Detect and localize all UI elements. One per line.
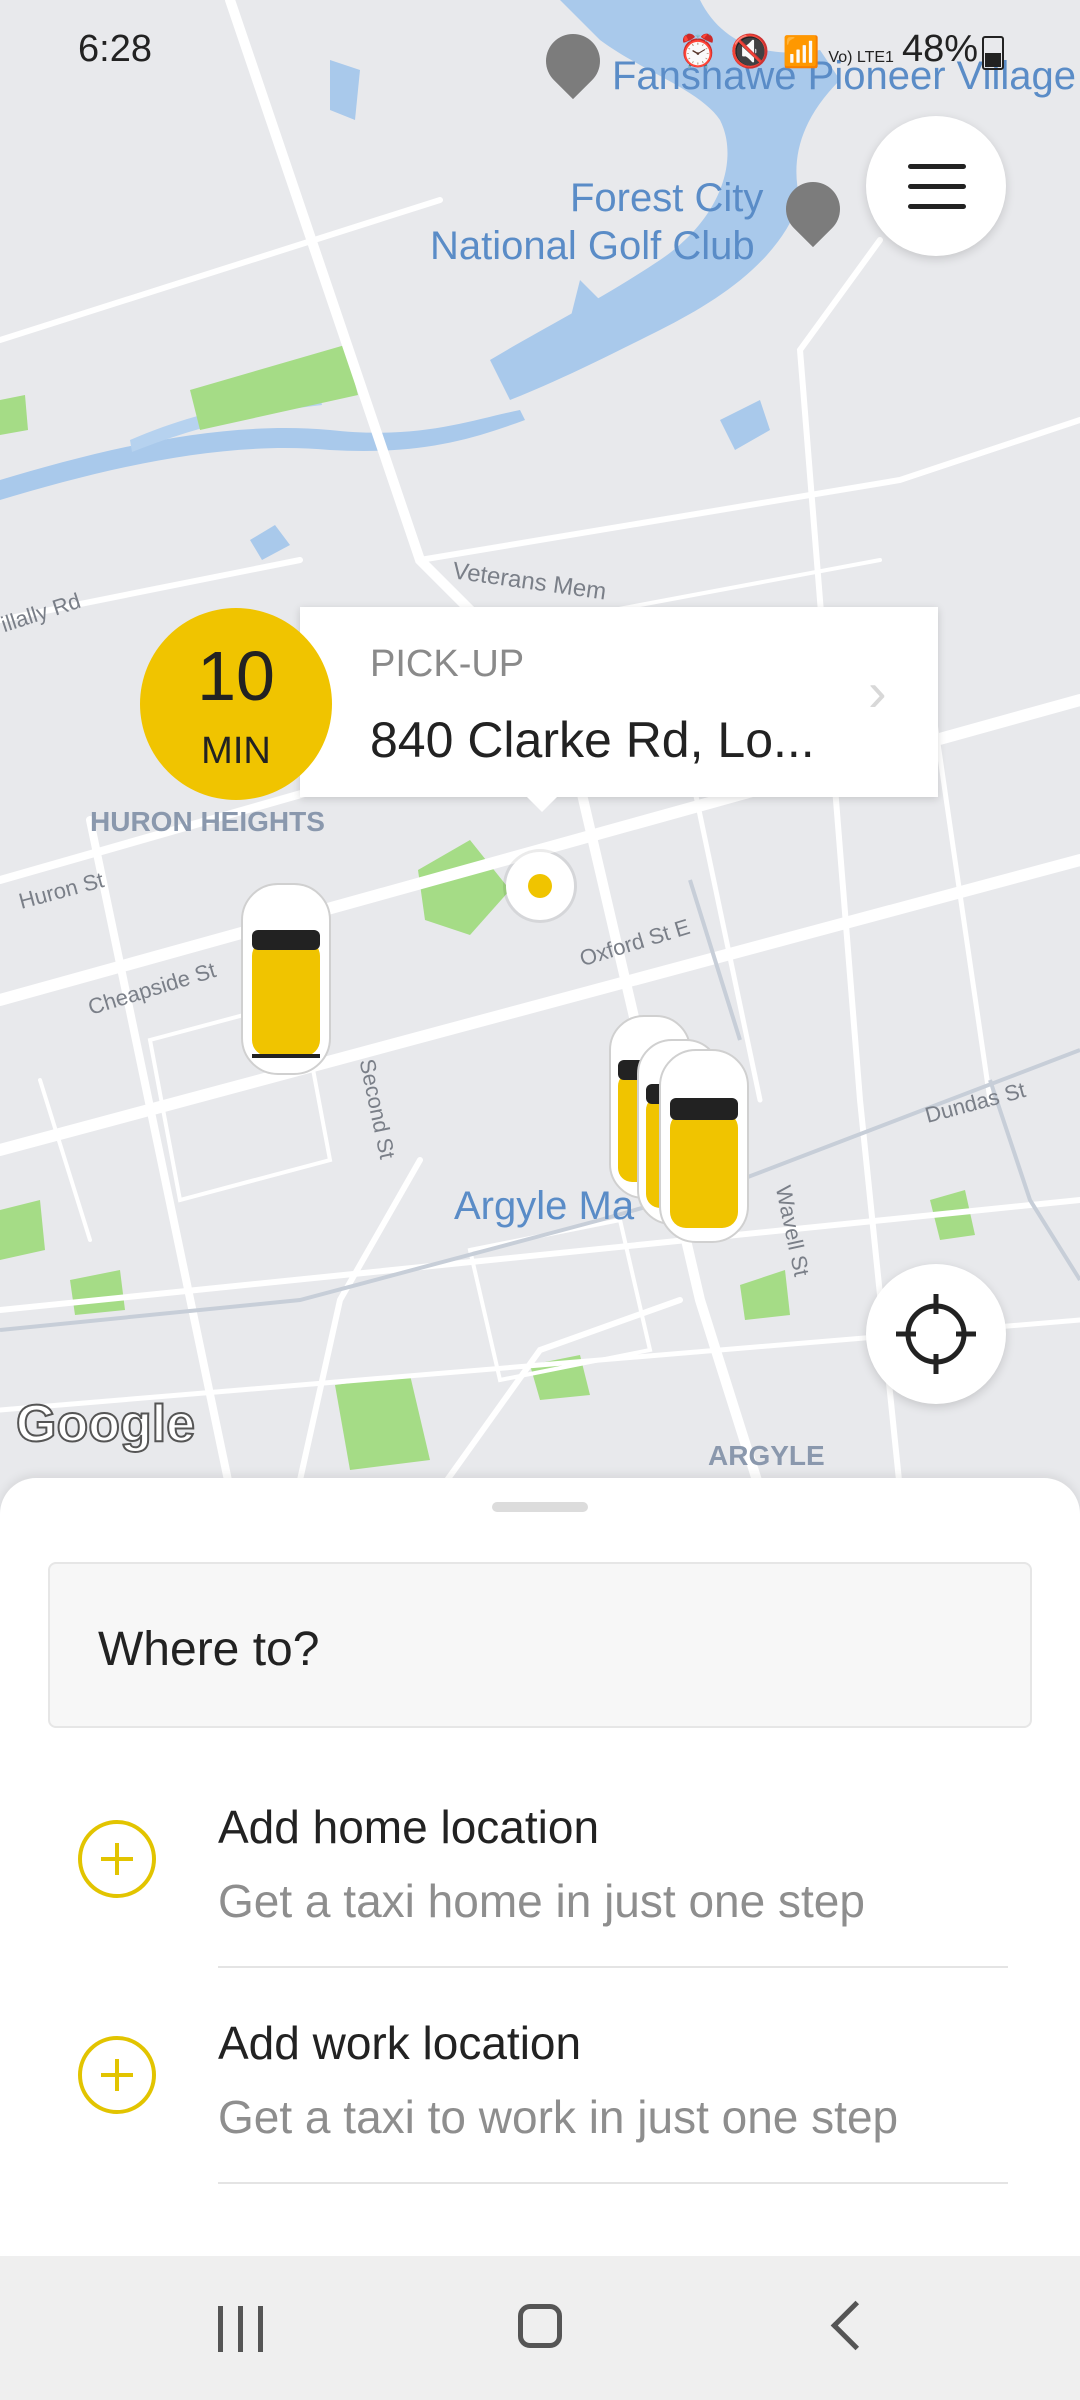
divider (218, 1966, 1008, 1968)
menu-button[interactable] (866, 116, 1006, 256)
map-label-argyle: ARGYLE (708, 1440, 825, 1471)
add-home-title: Add home location (218, 1801, 600, 1853)
back-icon[interactable] (830, 2300, 881, 2351)
pickup-card[interactable]: PICK-UP 840 Clarke Rd, Lo... › (300, 607, 938, 797)
mute-icon: 🔇 (730, 33, 771, 69)
add-work-location[interactable]: Add work location Get a taxi to work in … (0, 1996, 1080, 2196)
pickup-marker-icon (506, 852, 574, 920)
divider (218, 2182, 1008, 2184)
my-location-button[interactable] (866, 1264, 1006, 1404)
taxi-car-icon (241, 883, 331, 1075)
google-logo: Google (15, 1394, 196, 1454)
plus-circle-icon (78, 1820, 156, 1898)
where-to-input[interactable]: Where to? (48, 1562, 1032, 1728)
add-work-title: Add work location (218, 2017, 582, 2069)
system-nav-bar (0, 2256, 1080, 2400)
pickup-pointer (526, 796, 558, 812)
plus-circle-icon (78, 2036, 156, 2114)
add-home-location[interactable]: Add home location Get a taxi home in jus… (0, 1780, 1080, 1980)
wifi-icon: 📶 (782, 36, 820, 69)
status-icons: ⏰ 🔇 📶 Vo) LTE1 (678, 32, 894, 70)
add-home-subtitle: Get a taxi home in just one step (218, 1875, 865, 1927)
sheet-handle[interactable] (492, 1502, 588, 1512)
pickup-label: PICK-UP (370, 643, 525, 685)
recents-icon[interactable] (216, 2306, 266, 2352)
bottom-sheet: Where to? Add home location Get a taxi h… (0, 1478, 1080, 2256)
add-work-subtitle: Get a taxi to work in just one step (218, 2091, 899, 2143)
battery-icon (982, 36, 1004, 70)
alarm-icon: ⏰ (678, 33, 718, 69)
map-label-golf-line2: National Golf Club (430, 224, 755, 268)
map-label-golf-line1: Forest City (570, 176, 764, 220)
home-icon[interactable] (518, 2304, 562, 2348)
eta-unit: MIN (201, 730, 271, 772)
where-to-placeholder: Where to? (98, 1623, 320, 1676)
crosshair-icon (896, 1294, 976, 1374)
map-label-huron-heights: HURON HEIGHTS (90, 806, 325, 837)
network-label: Vo) LTE1 (828, 49, 894, 66)
eta-badge: 10 MIN (140, 608, 332, 800)
status-time: 6:28 (78, 28, 152, 70)
battery-percent: 48% (902, 28, 979, 70)
eta-value: 10 (197, 637, 275, 715)
pickup-address: 840 Clarke Rd, Lo... (370, 712, 815, 768)
taxi-car-icon (659, 1049, 749, 1243)
chevron-right-icon: › (868, 660, 887, 723)
